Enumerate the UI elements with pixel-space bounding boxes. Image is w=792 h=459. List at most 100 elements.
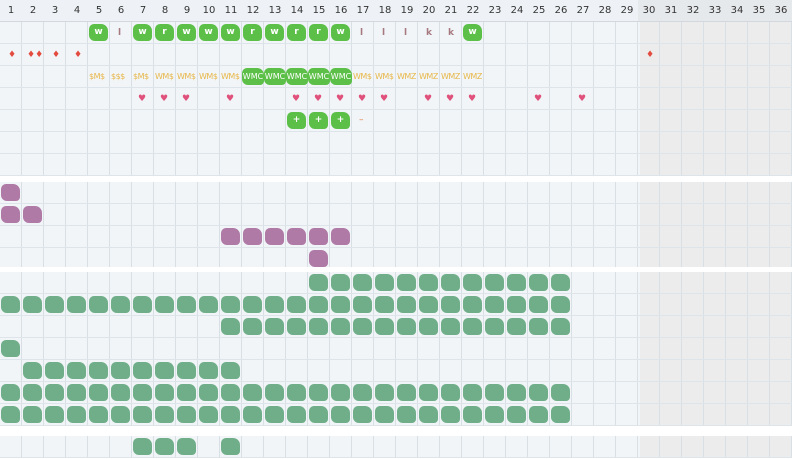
green-block[interactable] [375, 384, 394, 401]
green-block[interactable] [331, 384, 350, 401]
plus-chip[interactable]: + [331, 112, 350, 129]
green-block[interactable] [45, 362, 64, 379]
green-block[interactable] [23, 296, 42, 313]
green-block[interactable] [221, 296, 240, 313]
green-block[interactable] [221, 384, 240, 401]
green-block[interactable] [89, 362, 108, 379]
green-block[interactable] [397, 384, 416, 401]
green-block[interactable] [177, 406, 196, 423]
green-block[interactable] [111, 384, 130, 401]
green-block[interactable] [199, 296, 218, 313]
green-block[interactable] [155, 384, 174, 401]
green-block[interactable] [419, 406, 438, 423]
green-block[interactable] [441, 406, 460, 423]
money-chip[interactable]: WMC [264, 68, 286, 85]
green-block[interactable] [67, 406, 86, 423]
green-block[interactable] [485, 318, 504, 335]
green-block[interactable] [1, 296, 20, 313]
green-block[interactable] [375, 318, 394, 335]
green-block[interactable] [441, 318, 460, 335]
money-chip[interactable]: WMC [330, 68, 352, 85]
status-chip-r[interactable]: r [309, 24, 328, 41]
green-block[interactable] [353, 406, 372, 423]
green-block[interactable] [45, 406, 64, 423]
green-block[interactable] [265, 384, 284, 401]
green-block[interactable] [507, 274, 526, 291]
green-block[interactable] [331, 406, 350, 423]
green-block[interactable] [111, 362, 130, 379]
green-block[interactable] [375, 274, 394, 291]
green-block[interactable] [551, 384, 570, 401]
purple-block[interactable] [287, 228, 306, 245]
purple-block[interactable] [309, 250, 328, 267]
green-block[interactable] [309, 296, 328, 313]
green-block[interactable] [287, 406, 306, 423]
green-block[interactable] [89, 406, 108, 423]
purple-block[interactable] [309, 228, 328, 245]
green-block[interactable] [177, 362, 196, 379]
green-block[interactable] [199, 362, 218, 379]
green-block[interactable] [353, 296, 372, 313]
green-block[interactable] [375, 296, 394, 313]
green-block[interactable] [155, 438, 174, 455]
green-block[interactable] [309, 274, 328, 291]
green-block[interactable] [419, 274, 438, 291]
green-block[interactable] [353, 274, 372, 291]
green-block[interactable] [309, 384, 328, 401]
green-block[interactable] [287, 296, 306, 313]
green-block[interactable] [221, 362, 240, 379]
green-block[interactable] [243, 318, 262, 335]
purple-block[interactable] [243, 228, 262, 245]
green-block[interactable] [507, 384, 526, 401]
green-block[interactable] [375, 406, 394, 423]
plus-chip[interactable]: + [287, 112, 306, 129]
green-block[interactable] [551, 318, 570, 335]
green-block[interactable] [155, 362, 174, 379]
purple-block[interactable] [23, 206, 42, 223]
green-block[interactable] [551, 296, 570, 313]
green-block[interactable] [111, 406, 130, 423]
green-block[interactable] [397, 406, 416, 423]
status-chip-w[interactable]: w [177, 24, 196, 41]
green-block[interactable] [111, 296, 130, 313]
status-chip-w[interactable]: w [89, 24, 108, 41]
green-block[interactable] [221, 406, 240, 423]
green-block[interactable] [485, 384, 504, 401]
green-block[interactable] [309, 406, 328, 423]
purple-block[interactable] [331, 228, 350, 245]
money-chip[interactable]: WMC [286, 68, 308, 85]
green-block[interactable] [397, 318, 416, 335]
green-block[interactable] [177, 384, 196, 401]
green-block[interactable] [529, 318, 548, 335]
status-chip-r[interactable]: r [243, 24, 262, 41]
green-block[interactable] [485, 406, 504, 423]
green-block[interactable] [331, 318, 350, 335]
green-block[interactable] [419, 318, 438, 335]
green-block[interactable] [507, 406, 526, 423]
green-block[interactable] [155, 406, 174, 423]
green-block[interactable] [463, 274, 482, 291]
green-block[interactable] [67, 384, 86, 401]
purple-block[interactable] [265, 228, 284, 245]
green-block[interactable] [199, 406, 218, 423]
green-block[interactable] [551, 274, 570, 291]
green-block[interactable] [287, 384, 306, 401]
green-block[interactable] [529, 384, 548, 401]
green-block[interactable] [221, 438, 240, 455]
green-block[interactable] [1, 340, 20, 357]
green-block[interactable] [397, 296, 416, 313]
green-block[interactable] [485, 296, 504, 313]
green-block[interactable] [23, 362, 42, 379]
green-block[interactable] [463, 296, 482, 313]
green-block[interactable] [397, 274, 416, 291]
status-chip-w[interactable]: w [265, 24, 284, 41]
purple-block[interactable] [1, 184, 20, 201]
green-block[interactable] [177, 438, 196, 455]
status-chip-w[interactable]: w [221, 24, 240, 41]
green-block[interactable] [529, 274, 548, 291]
green-block[interactable] [265, 406, 284, 423]
status-chip-r[interactable]: r [287, 24, 306, 41]
green-block[interactable] [1, 384, 20, 401]
green-block[interactable] [551, 406, 570, 423]
green-block[interactable] [67, 362, 86, 379]
